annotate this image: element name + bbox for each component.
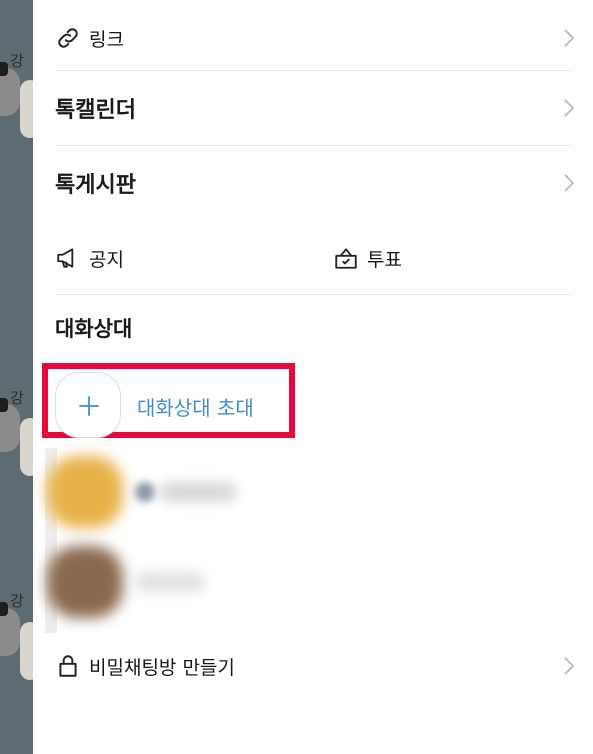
megaphone-icon xyxy=(55,245,81,271)
member-name-blurred xyxy=(159,482,237,502)
menu-item-label: 톡게시판 xyxy=(55,173,136,198)
message-bubble xyxy=(20,622,33,680)
avatar xyxy=(47,456,123,528)
chat-backdrop[interactable]: 강 강 강 xyxy=(0,0,33,754)
avatar xyxy=(47,546,123,618)
sender-name-fragment: 강 xyxy=(10,52,24,70)
link-icon xyxy=(55,25,81,51)
member-list-item[interactable] xyxy=(47,540,277,624)
lock-icon xyxy=(55,653,81,679)
divider xyxy=(55,145,573,146)
members-section-title: 대화상대 xyxy=(55,317,133,341)
chevron-right-icon xyxy=(563,28,575,48)
menu-item-talk-calendar[interactable]: 톡캘린더 xyxy=(55,90,575,126)
invite-member-label[interactable]: 대화상대 초대 xyxy=(137,392,254,421)
sender-name-fragment: 강 xyxy=(10,389,24,407)
plus-icon xyxy=(79,396,99,416)
chevron-right-icon xyxy=(563,173,575,193)
chevron-right-icon xyxy=(563,98,575,118)
menu-item-talk-board[interactable]: 톡게시판 xyxy=(55,165,575,201)
avatar xyxy=(0,62,20,116)
menu-item-secret-chat[interactable]: 비밀채팅방 만들기 xyxy=(55,648,575,684)
member-list-item[interactable] xyxy=(47,450,277,534)
message-bubble xyxy=(20,418,33,476)
menu-item-notice[interactable]: 공지 xyxy=(55,240,305,276)
member-name-blurred xyxy=(135,572,205,592)
chevron-right-icon xyxy=(563,656,575,676)
message-bubble xyxy=(20,80,33,138)
menu-item-link[interactable]: 링크 xyxy=(55,20,575,56)
menu-item-label: 비밀채팅방 만들기 xyxy=(89,656,235,679)
menu-item-label: 공지 xyxy=(89,248,124,271)
status-dot xyxy=(135,482,155,502)
ballot-box-icon xyxy=(333,245,359,271)
divider xyxy=(55,294,573,295)
divider xyxy=(55,70,573,71)
menu-item-label: 투표 xyxy=(367,248,402,271)
menu-item-poll[interactable]: 투표 xyxy=(333,240,533,276)
invite-member-button[interactable] xyxy=(55,372,121,438)
chatroom-drawer: 링크 톡캘린더 톡게시판 공지 투표 대화상대 대화상대 초대 비밀채팅방 만들… xyxy=(33,0,593,754)
menu-item-label: 톡캘린더 xyxy=(55,98,136,123)
avatar xyxy=(0,602,20,656)
avatar xyxy=(0,398,20,452)
menu-item-label: 링크 xyxy=(89,28,124,51)
sender-name-fragment: 강 xyxy=(10,592,24,610)
